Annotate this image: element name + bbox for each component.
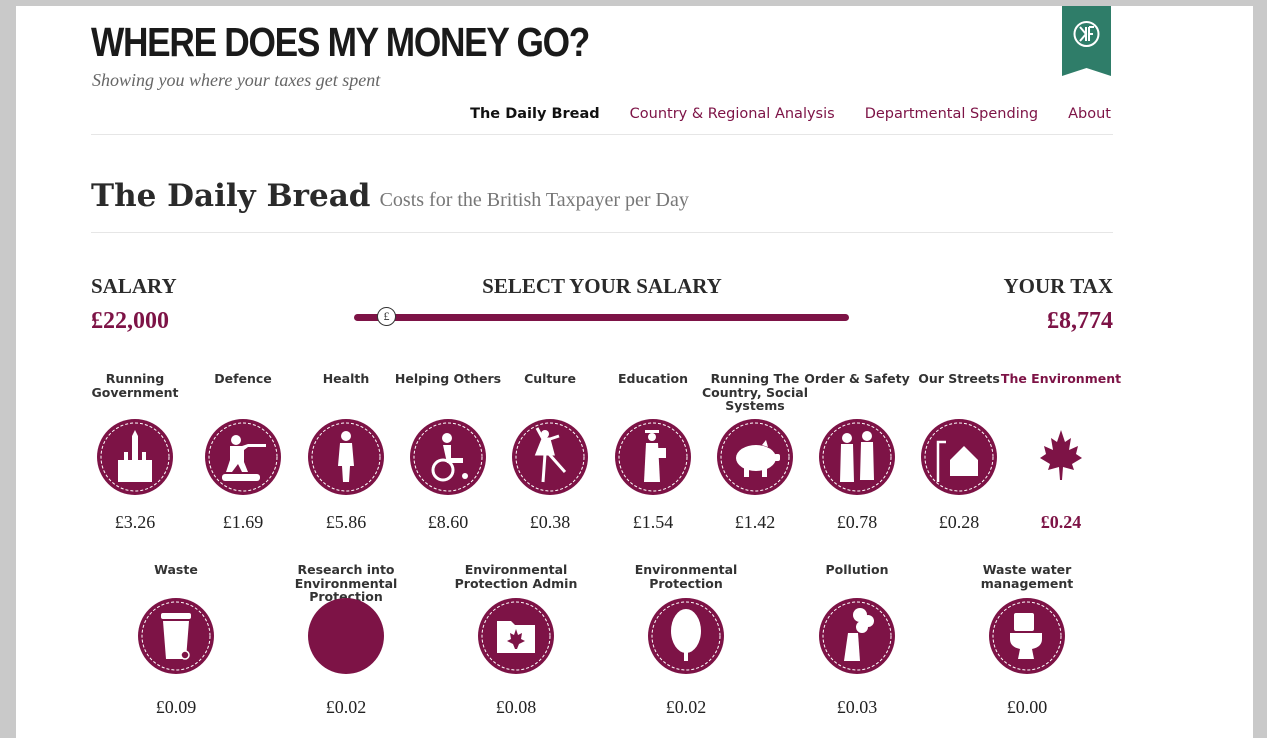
piggy-bank-icon	[717, 419, 793, 495]
wheelie-bin-icon	[138, 598, 214, 674]
page-title: The Daily Bread	[91, 178, 371, 214]
tax-value: £8,774	[1047, 308, 1113, 334]
subcategory-amount: £0.02	[325, 697, 367, 717]
subcategory-research[interactable]: Research into Environmental Protection £…	[266, 563, 426, 718]
folder-leaf-icon	[478, 598, 554, 674]
subcategory-label: Environmental Protection Admin	[454, 562, 578, 591]
subcategory-env-protection-admin[interactable]: Environmental Protection Admin £0.08	[436, 563, 596, 718]
page-heading: The Daily Bread Costs for the British Ta…	[91, 178, 689, 214]
subcategory-label: Waste water management	[980, 562, 1074, 591]
nurse-icon	[308, 419, 384, 495]
parliament-icon	[97, 419, 173, 495]
your-tax-label: YOUR TAX	[1003, 274, 1113, 298]
tree-icon	[648, 598, 724, 674]
subcategory-pollution[interactable]: Pollution £0.03	[792, 563, 922, 718]
subcategory-amount: £0.09	[155, 697, 197, 717]
site-title[interactable]: WHERE DOES MY MONEY GO?	[91, 22, 590, 63]
okf-logo-icon[interactable]	[1062, 6, 1111, 76]
house-lamp-icon	[921, 419, 997, 495]
page: WHERE DOES MY MONEY GO? Showing you wher…	[16, 6, 1253, 738]
category-amount: £0.24	[1040, 512, 1082, 532]
wheelchair-icon	[410, 419, 486, 495]
category-the-environment[interactable]: The Environment £0.24	[996, 372, 1126, 533]
soldier-icon	[205, 419, 281, 495]
nav-daily-bread[interactable]: The Daily Bread	[470, 106, 600, 122]
page-subtitle: Costs for the British Taxpayer per Day	[379, 189, 689, 211]
maple-leaf-icon	[1040, 430, 1082, 480]
subcategory-label: Waste	[154, 562, 198, 577]
site-tagline: Showing you where your taxes get spent	[92, 70, 381, 90]
subcategory-waste-water[interactable]: Waste water management £0.00	[942, 563, 1112, 718]
category-label: The Environment	[1000, 371, 1122, 386]
nav-about[interactable]: About	[1068, 106, 1111, 122]
salary-slider-track[interactable]	[354, 314, 849, 321]
subcategory-amount: £0.00	[1006, 697, 1048, 717]
graduate-icon	[615, 419, 691, 495]
subcategory-amount: £0.02	[665, 697, 707, 717]
nav-divider	[91, 134, 1113, 135]
subcategory-env-protection[interactable]: Environmental Protection £0.02	[606, 563, 766, 718]
salary-slider-handle[interactable]: £	[377, 307, 396, 326]
nav-country-regional[interactable]: Country & Regional Analysis	[630, 106, 835, 122]
ballerina-icon	[512, 419, 588, 495]
salary-value: £22,000	[91, 308, 169, 334]
subcategory-amount: £0.08	[495, 697, 537, 717]
subcategory-amount: £0.03	[836, 697, 878, 717]
blank-circle-icon	[308, 598, 384, 674]
heading-divider	[91, 232, 1113, 233]
subcategory-waste[interactable]: Waste £0.09	[111, 563, 241, 718]
toilet-icon	[989, 598, 1065, 674]
police-icon	[819, 419, 895, 495]
nav-departmental-spending[interactable]: Departmental Spending	[865, 106, 1038, 122]
chimney-smoke-icon	[819, 598, 895, 674]
subcategory-label: Pollution	[825, 562, 889, 577]
main-nav: The Daily Bread Country & Regional Analy…	[470, 106, 1111, 122]
subcategory-label: Environmental Protection	[634, 562, 738, 591]
subcategory-label: Research into Environmental Protection	[294, 562, 398, 604]
